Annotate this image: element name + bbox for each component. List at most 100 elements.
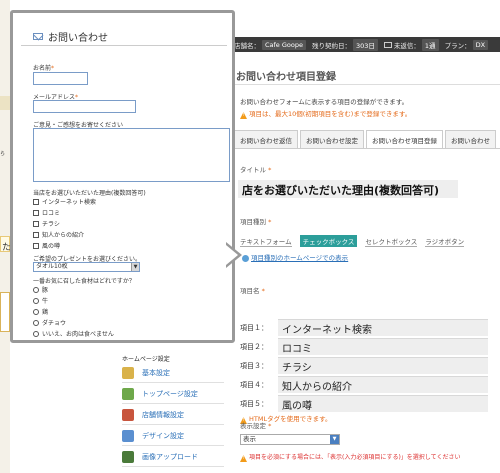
left-strip-bar — [0, 96, 10, 110]
kind-help-link[interactable]: 項目種別のホームページでの表示 — [242, 252, 348, 262]
present-select[interactable]: タオル10枚 ▼ — [33, 262, 140, 272]
option-label: インターネット検索 — [42, 199, 97, 206]
page-description: お問い合わせフォームに表示する項目の登録ができます。 — [240, 98, 409, 106]
option-label: ロコミ — [42, 210, 61, 217]
sidebar-item-design[interactable]: デザイン設定 — [122, 427, 224, 446]
arrow-icon — [122, 388, 134, 400]
name-section-label: 項目名 * — [240, 285, 265, 295]
checkbox[interactable] — [33, 209, 39, 216]
kind-radio-button[interactable]: ラジオボタン — [425, 236, 465, 247]
sidebar-item-store-info[interactable]: 店舗情報設定 — [122, 406, 224, 425]
reason-option[interactable]: インターネット検索 — [33, 197, 96, 206]
checkbox[interactable] — [33, 220, 39, 227]
reason-option[interactable]: 知人からの紹介 — [33, 230, 84, 239]
option-label: 知人からの紹介 — [42, 232, 85, 239]
name-label-text: お名前 — [33, 65, 52, 72]
checkbox[interactable] — [33, 198, 39, 205]
item-input[interactable]: ロコミ — [278, 338, 488, 355]
reason-option[interactable]: ロコミ — [33, 208, 60, 217]
design-icon — [122, 430, 134, 442]
food-option[interactable]: 鶏 — [33, 307, 48, 316]
plan-label: プラン： — [444, 41, 471, 50]
item-row: 項目２： ロコミ — [240, 337, 500, 356]
title-section-label-text: タイトル — [240, 166, 266, 174]
mail-icon — [33, 33, 43, 40]
present-select-value: タオル10枚 — [36, 263, 68, 270]
option-label: いいえ、お肉は食べません — [42, 331, 114, 338]
radio-button[interactable] — [33, 297, 39, 304]
pencil-icon — [122, 367, 134, 379]
name-field[interactable] — [33, 72, 88, 85]
food-option[interactable]: 豚 — [33, 285, 48, 294]
name-section-label-text: 項目名 — [240, 287, 260, 295]
plan-value: DX — [472, 39, 489, 50]
remaining-days-value: 303日 — [353, 38, 378, 51]
house-icon — [122, 409, 134, 421]
kind-text-form[interactable]: テキストフォーム — [240, 236, 292, 247]
display-select-value: 表示 — [243, 435, 256, 443]
shop-name: 店舗名： Cafe Goope — [234, 39, 306, 50]
option-label: 鶏 — [42, 309, 49, 316]
sidebar-item-label: 店舗情報設定 — [142, 411, 184, 419]
unsent-value: 1通 — [421, 38, 439, 51]
radio-button[interactable] — [33, 308, 39, 315]
food-label: 一番お気に召した食材はどれですか？ — [33, 278, 135, 285]
limit-warning: ! 項目は、最大10個(初期項目を含む)まで登録できます。 — [240, 108, 411, 119]
tabs-divider — [232, 148, 500, 149]
tab-settings[interactable]: お問い合わせ設定 — [300, 130, 364, 149]
help-icon — [242, 254, 249, 262]
checkbox[interactable] — [33, 231, 39, 238]
radio-button[interactable] — [33, 319, 39, 326]
kind-select-box[interactable]: セレクトボックス — [365, 236, 418, 247]
reason-label: 当店をお選びいただいた理由(複数回答可) — [33, 190, 146, 197]
required-mark: * — [51, 65, 55, 72]
unsent-count[interactable]: 未返信： 1通 — [383, 38, 439, 51]
radio-button[interactable] — [33, 286, 39, 293]
image-icon — [122, 451, 134, 463]
tab-bar: お問い合わせ返信 お問い合わせ設定 お問い合わせ項目登録 お問い合わせ — [234, 130, 498, 149]
preview-divider — [21, 45, 227, 46]
title-input[interactable]: 店をお選びいただいた理由(複数回答可) — [238, 180, 458, 198]
kind-options: テキストフォーム チェックボックス セレクトボックス ラジオボタン — [240, 235, 472, 247]
admin-sidebar: ホームページ設定 基本設定 トップページ設定 店舗情報設定 デザイン設定 画像ア… — [110, 350, 228, 473]
kind-checkbox[interactable]: チェックボックス — [299, 235, 358, 247]
sidebar-item-label: 基本設定 — [142, 369, 170, 377]
kind-help-link-text: 項目種別のホームページでの表示 — [251, 254, 349, 262]
display-section-label: 表示設定 * — [240, 420, 271, 430]
food-option[interactable]: いいえ、お肉は食べません — [33, 329, 114, 338]
tab-more[interactable]: お問い合わせ — [445, 130, 496, 149]
tab-item-registration[interactable]: お問い合わせ項目登録 — [366, 130, 443, 149]
chevron-down-icon: ▼ — [330, 435, 339, 444]
reason-option[interactable]: チラシ — [33, 219, 60, 228]
item-label: 項目５： — [240, 399, 268, 408]
shop-name-value: Cafe Goope — [262, 39, 306, 50]
tab-reply[interactable]: お問い合わせ返信 — [234, 130, 298, 149]
display-select[interactable]: 表示 ▼ — [240, 434, 340, 445]
email-field[interactable] — [33, 100, 136, 113]
item-input[interactable]: 知人からの紹介 — [278, 376, 488, 393]
option-label: チラシ — [42, 221, 60, 228]
food-option[interactable]: ダチョウ — [33, 318, 66, 327]
warning-icon: ! — [240, 455, 247, 462]
item-input[interactable]: 風の噂 — [278, 395, 488, 412]
sidebar-item-image-upload[interactable]: 画像アップロード — [122, 448, 224, 467]
item-input[interactable]: チラシ — [278, 357, 488, 374]
item-label: 項目３： — [240, 361, 268, 370]
item-input[interactable]: インターネット検索 — [278, 319, 488, 336]
item-row: 項目１： インターネット検索 — [240, 318, 500, 337]
item-row: 項目５： 風の噂 — [240, 394, 500, 413]
kind-section-label-text: 項目種別 — [240, 218, 266, 226]
reason-option[interactable]: 風の噂 — [33, 241, 60, 250]
message-textarea[interactable] — [33, 128, 230, 182]
top-spacer — [228, 22, 500, 37]
radio-button[interactable] — [33, 330, 39, 337]
checkbox[interactable] — [33, 242, 39, 249]
required-mark: * — [268, 422, 272, 430]
sidebar-item-label: トップページ設定 — [142, 390, 198, 398]
unsent-label: 未返信： — [393, 41, 420, 50]
sidebar-item-basic[interactable]: 基本設定 — [122, 364, 224, 383]
admin-panel: 店舗名： Cafe Goope 残り契約日： 303日 未返信： 1通 プラン：… — [228, 22, 500, 473]
item-label: 項目２： — [240, 342, 268, 351]
food-option[interactable]: 牛 — [33, 296, 48, 305]
sidebar-item-top-page[interactable]: トップページ設定 — [122, 385, 224, 404]
